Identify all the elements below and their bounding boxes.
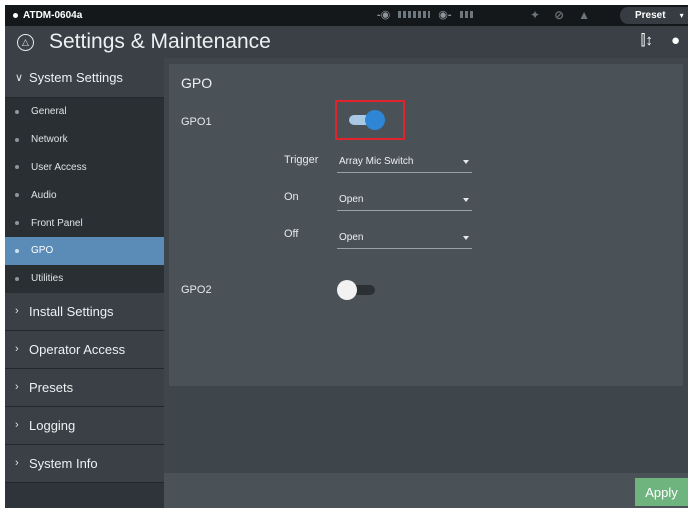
sidebar-item-network[interactable]: Network	[5, 125, 164, 154]
gpo1-toggle[interactable]	[345, 110, 385, 130]
sidebar-group-label: Install Settings	[29, 303, 114, 319]
sidebar-item-label: General	[31, 106, 67, 118]
chevron-right-icon: ›	[15, 381, 19, 394]
gpo2-toggle[interactable]	[337, 280, 377, 300]
signal-indicators: -◉ ◉-	[377, 8, 474, 21]
gpo1-label: GPO1	[181, 116, 212, 128]
output-icon: ◉-	[438, 9, 452, 21]
bullet-icon	[15, 276, 19, 281]
gpo2-label: GPO2	[181, 284, 212, 296]
off-value: Open	[339, 232, 364, 243]
toggle-knob	[337, 280, 357, 300]
on-value: Open	[339, 194, 364, 205]
bullet-icon	[15, 165, 19, 170]
sidebar-group-label: Presets	[29, 379, 74, 395]
bullet-icon	[15, 248, 19, 253]
sidebar-group-presets[interactable]: › Presets	[5, 368, 164, 407]
trigger-select[interactable]: Array Mic Switch	[337, 153, 472, 173]
preset-button[interactable]: Preset ▾	[620, 7, 688, 24]
sidebar-item-utilities[interactable]: Utilities	[5, 264, 164, 293]
sidebar-group-label: System Info	[29, 455, 98, 471]
connection-dot-icon	[13, 13, 18, 18]
status-bar: ATDM-0604a -◉ ◉- ✦ ⊘ ▲ Preset ▾	[5, 5, 688, 26]
status-icons-right: ✦ ⊘ ▲	[530, 8, 590, 22]
sidebar-item-label: GPO	[31, 245, 54, 257]
brand-logo-icon: △	[17, 33, 34, 51]
input-icon: -◉	[377, 9, 391, 21]
bullet-icon	[15, 221, 19, 226]
sidebar-item-user-access[interactable]: User Access	[5, 153, 164, 182]
sidebar-group-label: Operator Access	[29, 341, 126, 357]
chevron-down-icon: ∨	[15, 72, 24, 84]
chevron-right-icon: ›	[15, 419, 19, 432]
output-level-meter	[459, 11, 474, 18]
chevron-right-icon: ›	[15, 343, 19, 356]
link-icon: ✦	[530, 8, 541, 22]
on-select[interactable]: Open	[337, 191, 472, 211]
page-title: Settings & Maintenance	[49, 30, 271, 53]
preset-label: Preset	[635, 10, 666, 21]
sidebar: ∨ System Settings General Network User A…	[5, 58, 164, 508]
sidebar-item-audio[interactable]: Audio	[5, 181, 164, 210]
sidebar-item-front-panel[interactable]: Front Panel	[5, 209, 164, 237]
sidebar-group-operator-access[interactable]: › Operator Access	[5, 330, 164, 369]
sidebar-item-label: Front Panel	[31, 217, 83, 229]
chevron-down-icon: ▾	[679, 11, 684, 20]
gpo-panel: GPO GPO1 Trigger Array Mic Switch On Ope…	[169, 64, 683, 386]
sidebar-item-label: Audio	[31, 189, 57, 201]
sidebar-item-label: Network	[31, 134, 68, 146]
off-label: Off	[284, 228, 299, 240]
section-title: GPO	[181, 75, 213, 91]
caret-down-icon	[463, 198, 469, 202]
trigger-label: Trigger	[284, 154, 319, 166]
sidebar-item-general[interactable]: General	[5, 98, 164, 126]
on-label: On	[284, 191, 299, 203]
apply-button[interactable]: Apply	[635, 478, 688, 506]
bullet-icon	[15, 109, 19, 114]
sidebar-group-logging[interactable]: › Logging	[5, 406, 164, 445]
mixer-icon[interactable]: ⫿↕	[641, 32, 653, 49]
bullet-icon	[15, 137, 19, 142]
caret-down-icon	[463, 236, 469, 240]
sidebar-item-label: User Access	[31, 161, 87, 173]
app-window: ATDM-0604a -◉ ◉- ✦ ⊘ ▲ Preset ▾ △ Settin…	[5, 5, 688, 508]
mic-icon: ⊘	[554, 8, 565, 22]
input-level-meter	[398, 11, 431, 18]
user-icon[interactable]: ●	[671, 32, 680, 49]
sidebar-group-system-settings[interactable]: ∨ System Settings	[5, 58, 164, 98]
sidebar-item-label: Utilities	[31, 273, 64, 285]
sidebar-group-label: System Settings	[29, 70, 123, 85]
content-empty-area	[169, 392, 683, 468]
toggle-knob	[365, 110, 385, 130]
page-header: △ Settings & Maintenance ⫿↕ ●	[5, 26, 688, 58]
sidebar-group-install-settings[interactable]: › Install Settings	[5, 292, 164, 331]
bullet-icon	[15, 193, 19, 198]
caret-down-icon	[463, 160, 469, 164]
chevron-right-icon: ›	[15, 457, 19, 470]
device-name: ATDM-0604a	[23, 10, 83, 21]
off-select[interactable]: Open	[337, 229, 472, 249]
trigger-value: Array Mic Switch	[339, 156, 414, 167]
footer-bar: Apply	[164, 473, 688, 508]
main-content: GPO GPO1 Trigger Array Mic Switch On Ope…	[164, 58, 688, 508]
sidebar-group-label: Logging	[29, 417, 76, 433]
sidebar-group-system-info[interactable]: › System Info	[5, 444, 164, 483]
chevron-right-icon: ›	[15, 305, 19, 318]
warning-icon: ▲	[578, 8, 591, 22]
sidebar-item-gpo[interactable]: GPO	[5, 236, 164, 265]
